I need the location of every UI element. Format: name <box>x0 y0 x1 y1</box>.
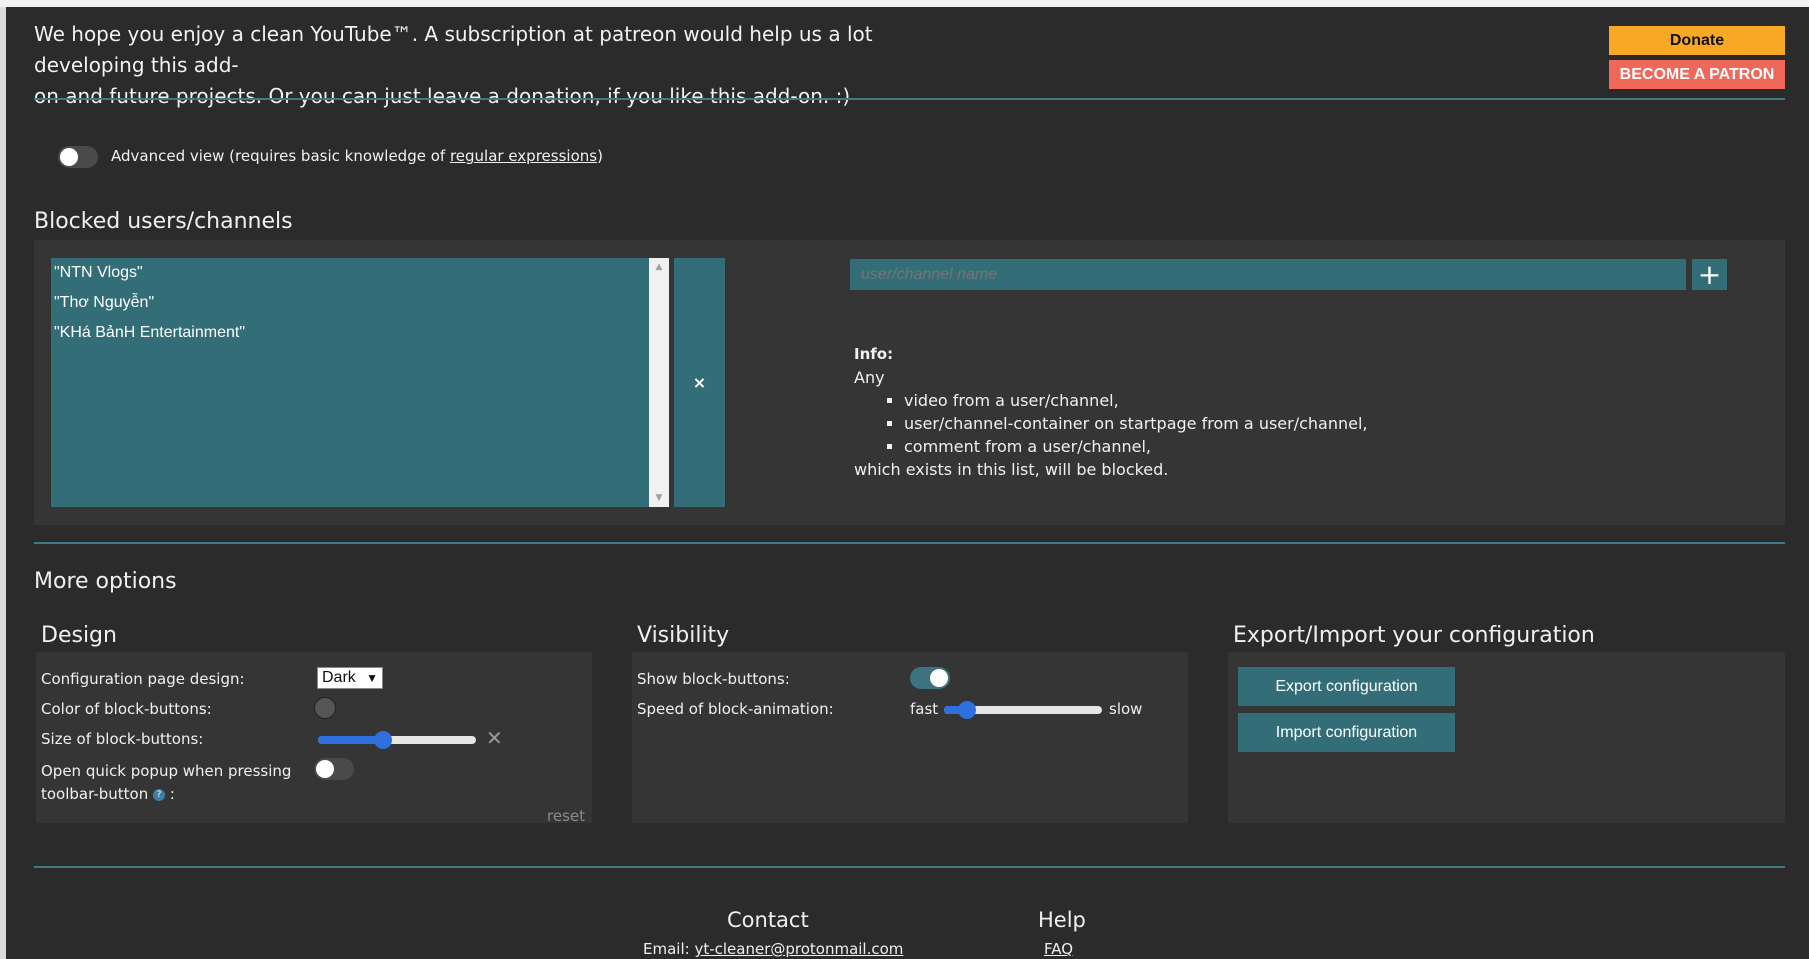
speed-fast-label: fast <box>910 700 939 718</box>
quick-popup-label-colon: : <box>165 785 175 803</box>
advanced-view-label: Advanced view (requires basic knowledge … <box>111 147 603 165</box>
animation-speed-slider[interactable] <box>944 701 1102 719</box>
email-link[interactable]: yt-cleaner@protonmail.com <box>694 940 903 958</box>
show-block-buttons-label: Show block-buttons: <box>637 670 790 688</box>
chevron-down-icon: ▼ <box>366 671 378 685</box>
remove-entry-button[interactable]: × <box>674 258 725 507</box>
reset-size-icon[interactable]: ✕ <box>486 726 503 750</box>
help-icon[interactable]: ? <box>153 788 165 801</box>
info-any: Any <box>854 368 885 387</box>
config-page-design-label: Configuration page design: <box>41 670 245 688</box>
contact-email: Email: yt-cleaner@protonmail.com <box>643 940 903 958</box>
advanced-view-toggle[interactable] <box>58 146 98 168</box>
export-import-title: Export/Import your configuration <box>1233 623 1595 648</box>
animation-speed-label: Speed of block-animation: <box>637 700 834 718</box>
import-configuration-button[interactable]: Import configuration <box>1238 713 1455 752</box>
window-top-edge <box>0 0 1809 7</box>
quick-popup-label-line-2: toolbar-button ? : <box>41 785 175 803</box>
quick-popup-label-line-1: Open quick popup when pressing <box>41 762 292 780</box>
toggle-knob <box>316 760 334 778</box>
reset-link[interactable]: reset <box>547 807 585 825</box>
close-icon: × <box>692 373 707 392</box>
design-title: Design <box>41 623 117 648</box>
toggle-knob <box>930 669 948 687</box>
blocked-info: Info: Any video from a user/channel, use… <box>854 343 1368 481</box>
faq-link[interactable]: FAQ <box>1044 940 1073 958</box>
more-options-title: More options <box>34 569 177 594</box>
info-item: user/channel-container on startpage from… <box>904 412 1368 435</box>
intro-line-2: on and future projects. Or you can just … <box>34 84 851 108</box>
blocked-list-item[interactable]: "KHá BảnH Entertainment" <box>51 320 669 350</box>
scroll-down-icon[interactable]: ▼ <box>649 493 669 503</box>
contact-title: Contact <box>727 908 809 932</box>
become-patron-button[interactable]: BECOME A PATRON <box>1609 60 1785 89</box>
intro-line-1: We hope you enjoy a clean YouTube™. A su… <box>34 22 873 77</box>
blocked-list-items: "NTN Vlogs" "Thơ Nguyễn" "KHá BảnH Enterta… <box>51 258 669 350</box>
slider-thumb[interactable] <box>958 701 976 719</box>
donate-button[interactable]: Donate <box>1609 26 1785 55</box>
block-button-size-slider[interactable] <box>318 731 476 749</box>
divider <box>34 98 1785 100</box>
scroll-up-icon[interactable]: ▲ <box>649 262 669 272</box>
info-list: video from a user/channel, user/channel-… <box>854 389 1368 458</box>
window-left-edge <box>0 7 6 959</box>
config-page-design-select[interactable]: Dark ▼ <box>317 667 383 689</box>
divider <box>34 866 1785 868</box>
block-button-color-picker[interactable] <box>314 697 336 719</box>
info-item: comment from a user/channel, <box>904 435 1368 458</box>
plus-icon: + <box>1697 258 1722 291</box>
add-channel-button[interactable]: + <box>1692 259 1727 290</box>
toggle-knob <box>60 148 78 166</box>
regular-expressions-link[interactable]: regular expressions <box>450 147 597 165</box>
faq-link-wrapper: FAQ <box>1044 940 1073 958</box>
channel-name-input[interactable] <box>850 259 1686 290</box>
blocked-list-scrollbar[interactable]: ▲ ▼ <box>649 258 669 507</box>
blocked-list-item[interactable]: "Thơ Nguyễn" <box>51 290 669 320</box>
slider-thumb[interactable] <box>374 731 392 749</box>
quick-popup-label-text: toolbar-button <box>41 785 149 803</box>
email-prefix: Email: <box>643 940 695 958</box>
visibility-title: Visibility <box>637 623 730 648</box>
quick-popup-toggle[interactable] <box>314 758 354 780</box>
show-block-buttons-toggle[interactable] <box>910 667 950 689</box>
blocked-list-item[interactable]: "NTN Vlogs" <box>51 260 669 290</box>
config-page-design-value: Dark <box>322 669 356 686</box>
blocked-section-title: Blocked users/channels <box>34 209 293 234</box>
advanced-view-label-suffix: ) <box>597 147 603 165</box>
help-title: Help <box>1038 908 1086 932</box>
blocked-list[interactable]: "NTN Vlogs" "Thơ Nguyễn" "KHá BảnH Enterta… <box>51 258 669 507</box>
speed-slow-label: slow <box>1109 700 1143 718</box>
block-button-color-label: Color of block-buttons: <box>41 700 212 718</box>
advanced-view-label-prefix: Advanced view (requires basic knowledge … <box>111 147 450 165</box>
info-footer: which exists in this list, will be block… <box>854 460 1169 479</box>
divider <box>34 542 1785 544</box>
info-title: Info: <box>854 345 894 363</box>
export-configuration-button[interactable]: Export configuration <box>1238 667 1455 706</box>
block-button-size-label: Size of block-buttons: <box>41 730 204 748</box>
info-item: video from a user/channel, <box>904 389 1368 412</box>
